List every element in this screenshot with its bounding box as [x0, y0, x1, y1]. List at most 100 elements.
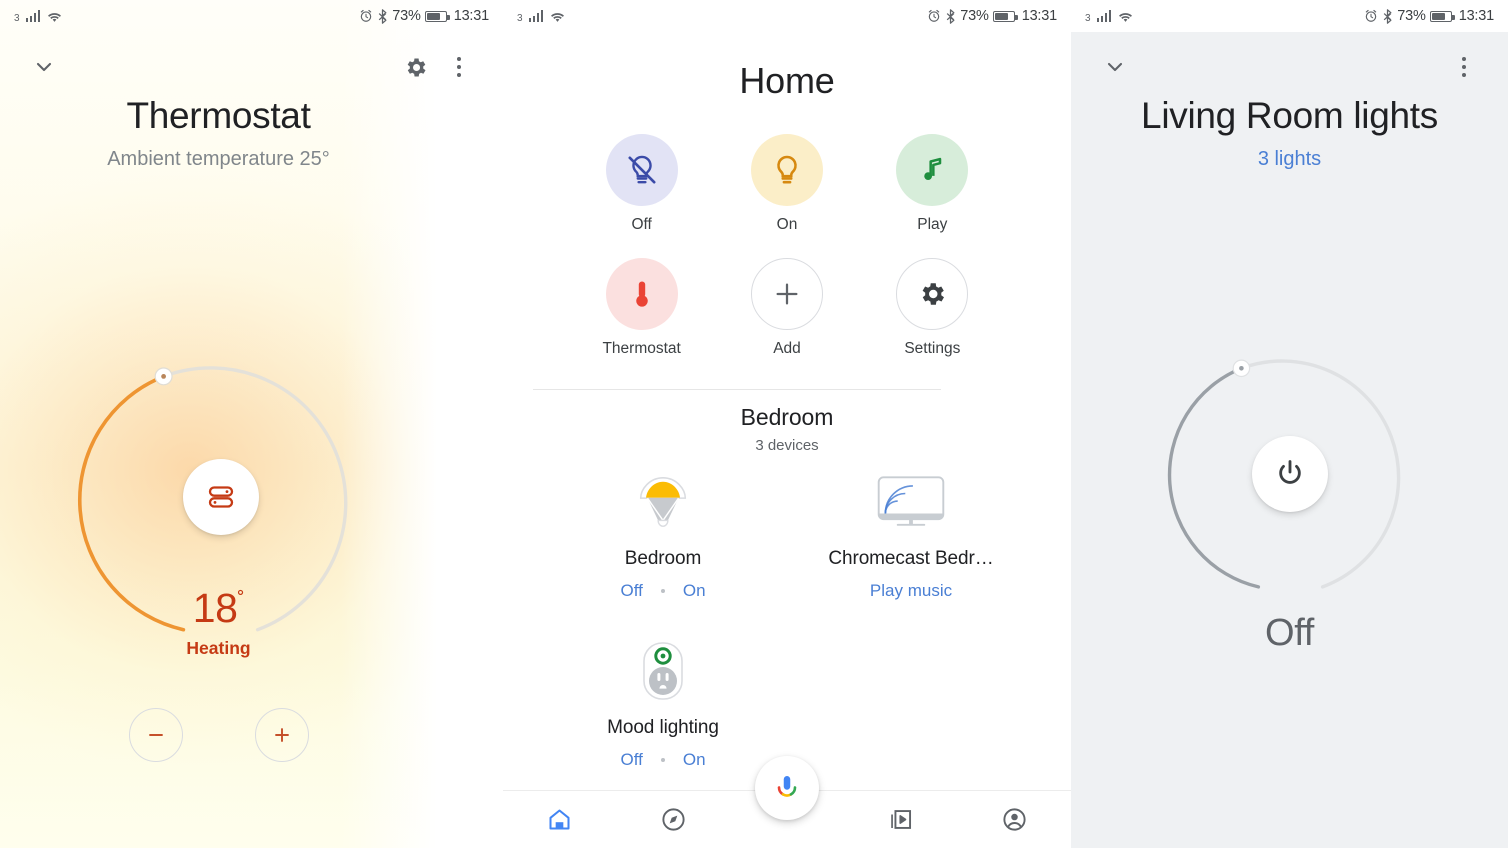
- dial-handle[interactable]: [154, 367, 173, 386]
- quick-action-label: Thermostat: [602, 340, 681, 357]
- living-room-lights-screen: 3 73% 13:31 Living Room lights 3 lights …: [1071, 0, 1508, 848]
- gear-icon: [407, 58, 425, 76]
- more-vert-icon: [456, 56, 462, 78]
- network-type-label: 3: [1085, 13, 1091, 24]
- dial-progress: [1167, 366, 1261, 589]
- device-action-on[interactable]: On: [683, 750, 706, 770]
- decrease-temperature-button[interactable]: [128, 708, 183, 762]
- thermostat-mode-knob[interactable]: [183, 459, 259, 535]
- quick-action-settings-circle: [896, 258, 969, 330]
- status-bar-left: 3: [1085, 8, 1134, 24]
- device-card-bedroom[interactable]: Bedroom Off On: [539, 468, 787, 601]
- radiator-heating-icon: [208, 486, 234, 508]
- lightbulb-off-icon: [628, 155, 656, 184]
- battery-percent-label: 73%: [960, 8, 989, 24]
- quick-action-label: Settings: [904, 340, 961, 357]
- signal-bars-icon: [528, 10, 544, 22]
- home-icon: [549, 809, 570, 830]
- quick-action-thermostat[interactable]: Thermostat: [569, 258, 714, 358]
- thermometer-icon: [635, 281, 648, 307]
- quick-action-thermostat-circle: [605, 258, 678, 330]
- signal-bars-icon: [25, 10, 41, 22]
- overflow-menu-button[interactable]: [1442, 45, 1486, 89]
- quick-action-add[interactable]: Add: [714, 258, 859, 358]
- lights-title-block: Living Room lights 3 lights: [1071, 95, 1508, 171]
- thermostat-screen: 3 73% 13:31 Thermostat Ambient temperatu…: [0, 0, 503, 848]
- collapse-button[interactable]: [1093, 45, 1137, 89]
- network-type-label: 3: [517, 13, 523, 24]
- page-title: Home: [739, 60, 835, 101]
- light-count-link[interactable]: 3 lights: [1071, 148, 1508, 171]
- alarm-clock-icon: [927, 9, 941, 23]
- wifi-icon: [46, 10, 63, 23]
- status-bar: 3 73% 13:31: [503, 0, 1071, 32]
- room-header: Bedroom 3 devices: [503, 404, 1071, 454]
- quick-action-label: On: [776, 216, 798, 233]
- target-temperature: 18˚: [0, 588, 437, 629]
- assistant-mic-button[interactable]: [755, 756, 819, 820]
- device-action-off[interactable]: Off: [620, 750, 642, 770]
- minus-icon: [148, 734, 163, 736]
- temperature-stepper: [0, 708, 437, 762]
- battery-icon: [1429, 10, 1455, 22]
- collapse-button[interactable]: [22, 45, 66, 89]
- quick-action-add-circle: [750, 258, 823, 330]
- room-name: Bedroom: [740, 404, 834, 430]
- chevron-down-icon: [36, 62, 52, 72]
- quick-action-label: Off: [631, 216, 652, 233]
- quick-action-off[interactable]: Off: [569, 134, 714, 234]
- device-action-off[interactable]: Off: [620, 581, 642, 601]
- device-card-mood-lighting[interactable]: Mood lighting Off On: [539, 637, 787, 770]
- network-type-label: 3: [14, 13, 20, 24]
- chevron-down-icon: [1107, 62, 1123, 72]
- status-bar: 3 73% 13:31: [0, 0, 503, 32]
- nav-item-account[interactable]: [957, 806, 1071, 833]
- bluetooth-icon: [945, 8, 956, 24]
- action-separator-dot: [660, 589, 665, 593]
- degree-symbol: ˚: [237, 587, 245, 613]
- quick-action-play[interactable]: Play: [860, 134, 1005, 234]
- quick-action-settings[interactable]: Settings: [860, 258, 1005, 358]
- temperature-value: 18: [192, 585, 238, 631]
- power-icon: [1279, 460, 1301, 484]
- chromecast-monitor-icon: [877, 476, 945, 526]
- status-bar-right: 73% 13:31: [927, 8, 1057, 24]
- wifi-icon: [1117, 10, 1134, 23]
- status-bar-right: 73% 13:31: [1364, 8, 1494, 24]
- device-actions: Off On: [620, 581, 705, 601]
- device-icon: [637, 637, 689, 707]
- nav-item-home[interactable]: [503, 806, 617, 833]
- lightbulb-icon: [777, 155, 797, 184]
- overflow-menu-button[interactable]: [437, 45, 481, 89]
- alarm-clock-icon: [359, 9, 373, 23]
- bluetooth-icon: [377, 8, 388, 24]
- clock-time-label: 13:31: [1458, 8, 1494, 24]
- device-card-chromecast[interactable]: Chromecast Bedr… Play music: [787, 468, 1035, 601]
- dial-handle[interactable]: [1232, 359, 1251, 378]
- device-action-on[interactable]: On: [683, 581, 706, 601]
- light-state-label: Off: [1264, 612, 1315, 654]
- device-name: Bedroom: [624, 548, 702, 569]
- status-bar: 3 73% 13:31: [1071, 0, 1508, 32]
- thermostat-state-label: Heating: [186, 638, 251, 658]
- power-toggle-knob[interactable]: [1252, 436, 1328, 512]
- device-grid: Bedroom Off On Chromecast Bedr… Play mus…: [503, 468, 1071, 770]
- device-icon: [873, 468, 949, 538]
- thermostat-app-bar: [0, 32, 503, 102]
- gear-icon: [922, 283, 945, 305]
- brightness-dial[interactable]: [1133, 317, 1448, 632]
- nav-item-media[interactable]: [844, 806, 958, 833]
- quick-action-off-circle: [605, 134, 678, 206]
- status-bar-left: 3: [517, 8, 566, 24]
- device-action-play-music[interactable]: Play music: [870, 581, 952, 601]
- battery-icon: [424, 10, 450, 22]
- wifi-icon: [549, 10, 566, 23]
- status-bar-left: 3: [14, 8, 63, 24]
- quick-action-on[interactable]: On: [714, 134, 859, 234]
- ambient-temperature-label: Ambient temperature 25°: [107, 148, 330, 170]
- action-separator-dot: [660, 758, 665, 762]
- nav-item-explore[interactable]: [617, 806, 731, 833]
- increase-temperature-button[interactable]: [254, 708, 309, 762]
- quick-action-label: Play: [917, 216, 948, 233]
- settings-button[interactable]: [393, 45, 437, 89]
